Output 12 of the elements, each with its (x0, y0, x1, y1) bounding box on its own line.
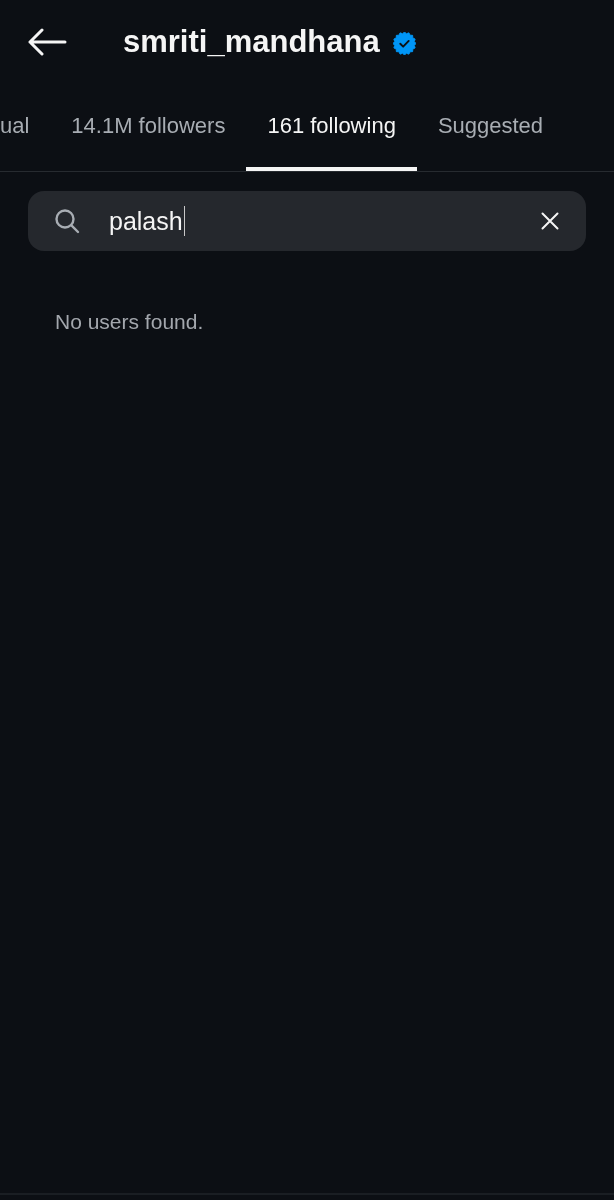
search-icon (54, 208, 80, 234)
tab[interactable]: ual (0, 84, 51, 171)
back-arrow-icon (27, 28, 67, 56)
empty-results-message: No users found. (55, 310, 204, 333)
profile-username: smriti_mandhana (123, 23, 380, 61)
tab[interactable]: 14.1M followers (50, 84, 247, 171)
search-query: palash (109, 206, 183, 237)
search-field[interactable]: palash (28, 191, 586, 251)
tab[interactable]: Suggested (416, 84, 565, 171)
tab[interactable]: 161 following (246, 84, 417, 171)
close-icon (541, 212, 559, 230)
clear-button[interactable] (540, 211, 560, 231)
